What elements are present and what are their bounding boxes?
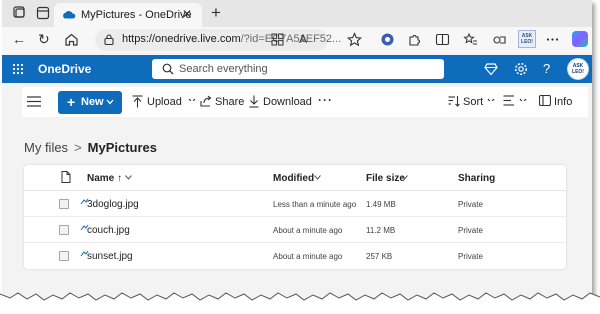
download-button[interactable]: Download — [263, 96, 312, 108]
lock-icon[interactable] — [104, 34, 114, 45]
upload-icon — [132, 95, 143, 108]
workspaces-icon[interactable] — [12, 6, 26, 20]
torn-edge-decoration — [0, 292, 600, 314]
premium-diamond-icon[interactable] — [484, 62, 498, 76]
url-path: /?id=EC7A51EF52... — [240, 33, 342, 45]
browser-window: MyPictures - OneDrive ✕ + ← ↻ https://on… — [2, 0, 592, 302]
copilot-icon[interactable] — [572, 31, 588, 47]
breadcrumb-separator: > — [74, 140, 82, 155]
tab-title: MyPictures - OneDrive — [81, 9, 192, 21]
sort-icon — [448, 96, 460, 107]
download-icon — [249, 95, 259, 108]
browser-menu-icon[interactable] — [545, 32, 560, 47]
size-chevron-icon[interactable] — [401, 175, 408, 180]
row-checkbox[interactable] — [59, 225, 69, 235]
home-icon[interactable] — [64, 32, 79, 47]
file-name[interactable]: 3doglog.jpg — [87, 199, 139, 210]
ask-leo-extension[interactable]: ASK LEO! — [518, 30, 536, 48]
onedrive-header: OneDrive Search everything ? ASK LEO! — [2, 55, 592, 83]
plus-icon: + — [67, 94, 76, 110]
breadcrumb-current[interactable]: MyPictures — [88, 140, 157, 155]
refresh-button[interactable]: ↻ — [38, 31, 50, 47]
onedrive-cloud-icon — [63, 11, 76, 19]
search-icon — [162, 63, 174, 75]
file-sharing[interactable]: Private — [458, 226, 483, 235]
column-header-sharing[interactable]: Sharing — [458, 173, 495, 184]
address-bar[interactable]: https://onedrive.live.com/?id=EC7A51EF52… — [95, 29, 341, 51]
file-sharing[interactable]: Private — [458, 252, 483, 261]
split-screen-icon[interactable] — [435, 32, 450, 47]
account-avatar[interactable]: ASK LEO! — [567, 58, 589, 80]
extension-badge-icon[interactable] — [380, 32, 395, 47]
navigation-menu-icon[interactable] — [27, 96, 41, 107]
help-icon[interactable]: ? — [543, 61, 550, 76]
more-options-button[interactable]: ··· — [318, 93, 333, 107]
table-row[interactable]: 3doglog.jpg Less than a minute ago 1.49 … — [24, 191, 566, 217]
file-name[interactable]: couch.jpg — [87, 225, 130, 236]
table-row[interactable]: sunset.jpg About a minute ago 257 KB Pri… — [24, 243, 566, 269]
column-header-name[interactable]: Name ↑ — [87, 173, 122, 184]
sort-button[interactable]: Sort — [463, 96, 483, 108]
tab-close-icon[interactable]: ✕ — [182, 7, 192, 21]
column-header-size[interactable]: File size — [366, 173, 405, 184]
back-button[interactable]: ← — [12, 31, 26, 47]
search-box[interactable]: Search everything — [152, 59, 444, 79]
onedrive-brand[interactable]: OneDrive — [38, 62, 91, 76]
main-content: My files > MyPictures Name ↑ Modified File… — [2, 117, 592, 302]
favorites-icon[interactable] — [463, 32, 478, 47]
file-name[interactable]: sunset.jpg — [87, 251, 133, 262]
file-size: 1.49 MB — [366, 200, 396, 209]
file-size: 257 KB — [366, 252, 393, 261]
app-available-icon[interactable] — [270, 32, 285, 47]
file-type-icon[interactable] — [61, 171, 71, 183]
table-row[interactable]: couch.jpg About a minute ago 11.2 MB Pri… — [24, 217, 566, 243]
file-sharing[interactable]: Private — [458, 200, 483, 209]
extensions-puzzle-icon[interactable] — [407, 32, 422, 47]
upload-button[interactable]: Upload — [147, 96, 182, 108]
favorite-star-icon[interactable] — [347, 32, 362, 47]
settings-gear-icon[interactable] — [514, 62, 528, 76]
breadcrumb-root[interactable]: My files — [24, 140, 68, 155]
command-bar: + New Upload Share Download ··· Sort Inf… — [22, 87, 588, 117]
file-modified: About a minute ago — [273, 252, 343, 261]
tab-strip: MyPictures - OneDrive ✕ + — [2, 0, 592, 27]
column-header-modified[interactable]: Modified — [273, 173, 314, 184]
new-label: New — [81, 96, 104, 108]
collections-icon[interactable] — [492, 32, 507, 47]
chevron-down-icon — [106, 99, 114, 105]
file-modified: About a minute ago — [273, 226, 343, 235]
new-tab-button[interactable]: + — [211, 3, 221, 23]
share-icon — [200, 95, 212, 107]
file-list: Name ↑ Modified File size Sharing 3doglo… — [24, 165, 566, 269]
file-size: 11.2 MB — [366, 226, 396, 235]
search-placeholder: Search everything — [179, 63, 268, 75]
breadcrumb: My files > MyPictures — [24, 140, 157, 155]
modified-chevron-icon[interactable] — [314, 175, 321, 180]
active-tab[interactable]: MyPictures - OneDrive ✕ — [54, 3, 202, 27]
row-checkbox[interactable] — [59, 251, 69, 261]
sort-chevron-icon[interactable] — [487, 95, 495, 101]
view-options-icon[interactable] — [503, 95, 515, 106]
view-chevron-icon[interactable] — [519, 95, 527, 101]
new-button[interactable]: + New — [58, 91, 122, 114]
url-domain: https://onedrive.live.com — [122, 33, 241, 45]
url-text[interactable]: https://onedrive.live.com/?id=EC7A51EF52… — [122, 33, 341, 45]
name-chevron-icon[interactable] — [125, 175, 132, 180]
info-button[interactable]: Info — [554, 96, 572, 108]
read-aloud-icon[interactable]: A — [299, 31, 307, 47]
tab-actions-icon[interactable] — [36, 6, 50, 20]
list-header: Name ↑ Modified File size Sharing — [24, 165, 566, 191]
row-checkbox[interactable] — [59, 199, 69, 209]
share-button[interactable]: Share — [215, 96, 244, 108]
navigation-bar: ← ↻ https://onedrive.live.com/?id=EC7A51… — [2, 27, 592, 53]
app-launcher-icon[interactable] — [12, 63, 24, 75]
upload-chevron-icon[interactable] — [188, 95, 196, 101]
info-pane-icon — [539, 95, 551, 106]
file-modified: Less than a minute ago — [273, 200, 357, 209]
